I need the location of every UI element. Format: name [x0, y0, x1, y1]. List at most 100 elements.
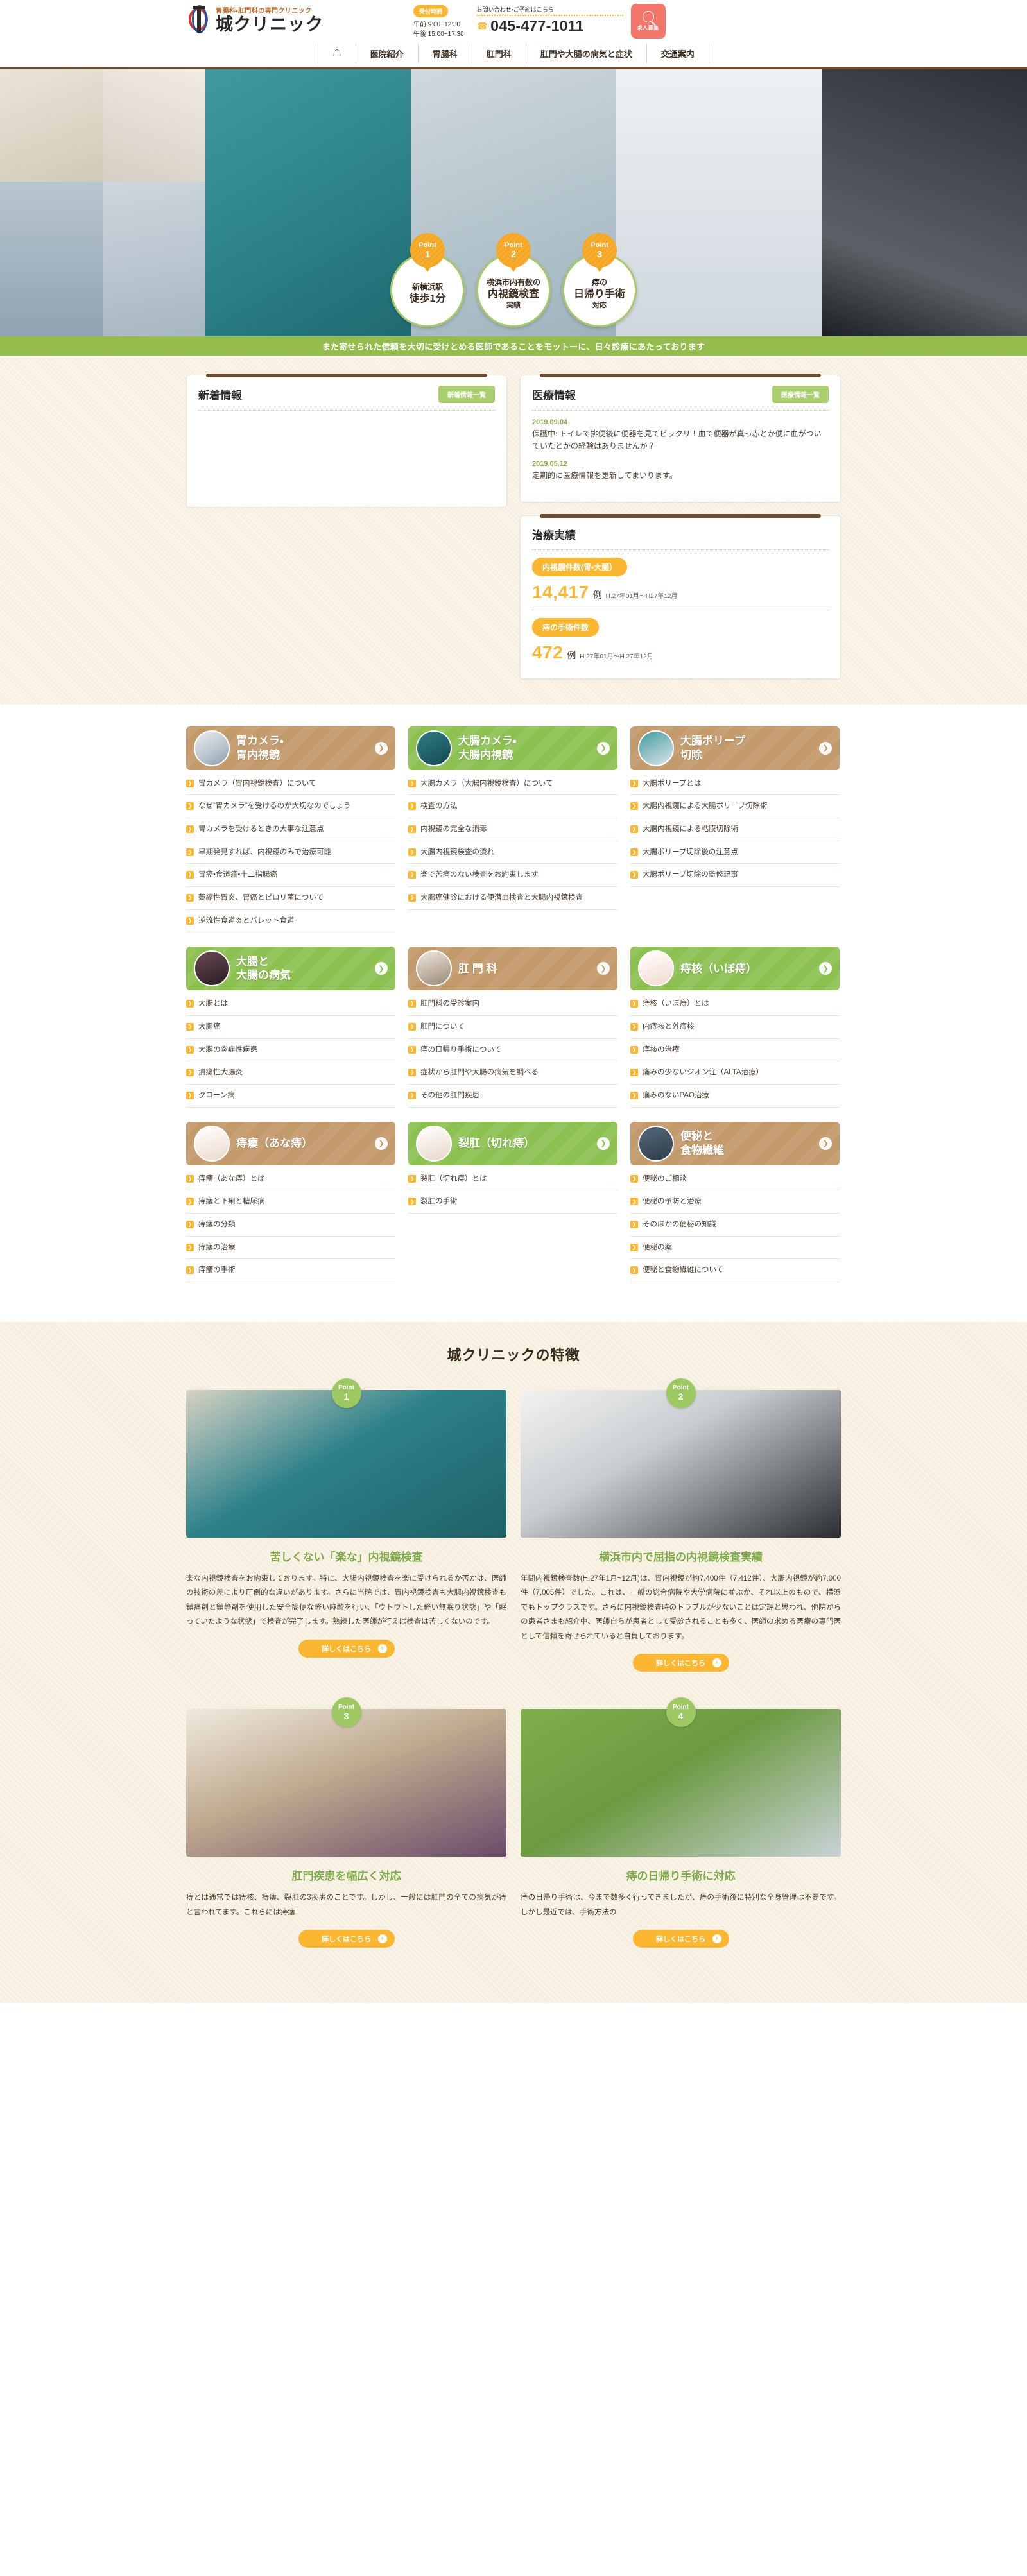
chevron-right-icon: ❯ — [408, 1198, 416, 1206]
department-link-item[interactable]: ❯ 潰瘍性大腸炎 — [186, 1061, 395, 1085]
department-link-label: 大腸ポリープとは — [643, 779, 702, 787]
department-link-item[interactable]: ❯ 逆流性食道炎とバレット食道 — [186, 910, 395, 933]
news-list-button[interactable]: 新着情報一覧 — [438, 386, 495, 403]
nav-item-home[interactable]: ☖ — [318, 44, 356, 63]
department-card-banner[interactable]: 裂肛（切れ痔） ❯ — [408, 1121, 617, 1165]
department-link-item[interactable]: ❯ 内痔核と外痔核 — [630, 1016, 840, 1039]
department-link-label: 胃カメラ（胃内視鏡検査）について — [198, 779, 316, 787]
chevron-right-icon: ❯ — [186, 871, 194, 879]
nav-item-3[interactable]: 肛門科 — [472, 44, 526, 63]
department-link-item[interactable]: ❯ 内視鏡の完全な消毒 — [408, 818, 617, 841]
department-link-item[interactable]: ❯ 痔核の治療 — [630, 1039, 840, 1062]
department-link-item[interactable]: ❯ 肛門科の受診案内 — [408, 993, 617, 1016]
department-card-banner[interactable]: 痔核（いぼ痔） ❯ — [630, 947, 840, 991]
feature-body: 年間内視鏡検査数(H.27年1月~12月)は、胃内視鏡が約7,400件（7,41… — [521, 1574, 841, 1640]
contact-block: お問い合わせ・ご予約はこちら ☎ 045-477-1011 — [476, 4, 623, 35]
department-link-item[interactable]: ❯ 痔瘻の治療 — [186, 1237, 395, 1260]
department-link-item[interactable]: ❯ 便秘と食物繊維について — [630, 1259, 840, 1282]
feature-more-button[interactable]: 詳しくはこちら — [632, 1654, 729, 1672]
department-card: 大腸カメラ・ 大腸内視鏡 ❯ ❯ 大腸カメラ（大腸内視鏡検査）について ❯ 検査の方法 ❯ 内視… — [408, 726, 617, 910]
nav-item-5[interactable]: 交通案内 — [647, 44, 709, 63]
department-link-item[interactable]: ❯ 大腸癌健診における便潜血検査と大腸内視鏡検査 — [408, 887, 617, 910]
chevron-right-icon: ❯ — [408, 1069, 416, 1077]
department-card-banner[interactable]: 大腸ポリープ 切除 ❯ — [630, 726, 840, 770]
department-link-item[interactable]: ❯ 大腸ポリープ切除の監修記事 — [630, 864, 840, 887]
department-link-label: その他の肛門疾患 — [420, 1091, 479, 1099]
department-link-item[interactable]: ❯ 大腸内視鏡による大腸ポリープ切除術 — [630, 795, 840, 818]
department-link-item[interactable]: ❯ 大腸とは — [186, 993, 395, 1016]
department-link-item[interactable]: ❯ 胃癌・食道癌・十二指腸癌 — [186, 864, 395, 887]
chevron-right-icon: ❯ — [630, 1266, 638, 1275]
chevron-right-icon: ❯ — [630, 1243, 638, 1251]
feature-card: Point 4 痔の日帰り手術に対応 痔の日帰り手術は、今まで数多く行ってきましたが、… — [521, 1697, 841, 1948]
chevron-right-icon: ❯ — [630, 1022, 638, 1031]
medical-info-text: 保護中: トイレで排便後に便器を見てビックリ！血で便器が真っ赤とか便に血がついて… — [532, 429, 822, 451]
department-card: 裂肛（切れ痔） ❯ ❯ 裂肛（切れ痔）とは ❯ 裂肛の手術 — [408, 1121, 617, 1214]
medical-info-list-button[interactable]: 医療情報一覧 — [772, 386, 829, 403]
department-card-banner[interactable]: 便秘と 食物繊維 ❯ — [630, 1121, 840, 1165]
department-link-item[interactable]: ❯ 大腸癌 — [186, 1016, 395, 1039]
department-link-item[interactable]: ❯ 大腸内視鏡検査の流れ — [408, 841, 617, 864]
logo-name: 城クリニック — [216, 14, 324, 34]
medical-info-title: 医療情報 — [532, 390, 576, 402]
nav-item-4[interactable]: 肛門や大腸の病気と症状 — [526, 44, 647, 63]
department-link-item[interactable]: ❯ 大腸内視鏡による粘膜切除術 — [630, 818, 840, 841]
department-link-item[interactable]: ❯ そのほかの便秘の知識 — [630, 1214, 840, 1237]
department-link-item[interactable]: ❯ 胃カメラ（胃内視鏡検査）について — [186, 773, 395, 796]
nav-item-2[interactable]: 胃腸科 — [419, 44, 472, 63]
feature-more-button[interactable]: 詳しくはこちら — [298, 1639, 395, 1658]
phone-number[interactable]: 045-477-1011 — [490, 17, 584, 35]
site-logo[interactable]: 胃腸科・肛門科の専門クリニック 城クリニック — [186, 4, 324, 35]
clinic-logo-icon — [186, 4, 212, 35]
department-card-banner[interactable]: 痔瘻（あな痔） ❯ — [186, 1121, 395, 1165]
department-link-item[interactable]: ❯ 早期発見すれば、内視鏡のみで治療可能 — [186, 841, 395, 864]
department-link-item[interactable]: ❯ 萎縮性胃炎、胃癌とピロリ菌について — [186, 887, 395, 910]
department-link-item[interactable]: ❯ 大腸ポリープとは — [630, 773, 840, 796]
medical-info-item[interactable]: 2019.09.04 保護中: トイレで排便後に便器を見てビックリ！血で便器が真っ… — [532, 418, 829, 452]
department-link-item[interactable]: ❯ 裂肛（切れ痔）とは — [408, 1168, 617, 1191]
divider — [198, 410, 495, 411]
department-link-list: ❯ 痔瘻（あな痔）とは ❯ 痔瘻と下痢と糖尿病 ❯ 痔瘻の分類 ❯ 痔瘻の治療 ❯ 痔瘻の手術 — [186, 1168, 395, 1282]
medical-info-item[interactable]: 2019.05.12 定期的に医療情報を更新してまいります。 — [532, 460, 829, 482]
department-link-item[interactable]: ❯ 痔瘻と下痢と糖尿病 — [186, 1190, 395, 1214]
department-card-banner[interactable]: 大腸カメラ・ 大腸内視鏡 ❯ — [408, 726, 617, 770]
logo-tagline: 胃腸科・肛門科の専門クリニック — [216, 7, 312, 15]
department-link-item[interactable]: ❯ 症状から肛門や大腸の病気を調べる — [408, 1061, 617, 1085]
department-link-item[interactable]: ❯ 痔核（いぼ痔）とは — [630, 993, 840, 1016]
department-link-item[interactable]: ❯ 痔の日帰り手術について — [408, 1039, 617, 1062]
feature-more-button[interactable]: 詳しくはこちら — [298, 1929, 395, 1948]
department-link-item[interactable]: ❯ 便秘の薬 — [630, 1237, 840, 1260]
department-link-item[interactable]: ❯ 便秘のご相談 — [630, 1168, 840, 1191]
department-link-item[interactable]: ❯ 大腸ポリープ切除後の注意点 — [630, 841, 840, 864]
department-link-item[interactable]: ❯ 痔瘻（あな痔）とは — [186, 1168, 395, 1191]
stat-number: 472 — [532, 642, 564, 662]
department-link-item[interactable]: ❯ なぜ”胃カメラ”を受けるのが大切なのでしょう — [186, 795, 395, 818]
department-link-item[interactable]: ❯ 痔瘻の手術 — [186, 1259, 395, 1282]
department-link-item[interactable]: ❯ 胃カメラを受けるときの大事な注意点 — [186, 818, 395, 841]
nav-item-1[interactable]: 医院紹介 — [356, 44, 419, 63]
department-link-item[interactable]: ❯ クローン病 — [186, 1085, 395, 1108]
department-link-item[interactable]: ❯ 痛みのないPAO治療 — [630, 1085, 840, 1108]
chevron-right-icon: ❯ — [186, 1022, 194, 1031]
department-link-item[interactable]: ❯ 大腸カメラ（大腸内視鏡検査）について — [408, 773, 617, 796]
department-card-title: 大腸ポリープ 切除 — [680, 735, 745, 761]
chevron-right-icon: ❯ — [186, 825, 194, 833]
department-link-item[interactable]: ❯ その他の肛門疾患 — [408, 1085, 617, 1108]
department-link-item[interactable]: ❯ 大腸の炎症性疾患 — [186, 1039, 395, 1062]
department-link-item[interactable]: ❯ 検査の方法 — [408, 795, 617, 818]
department-link-item[interactable]: ❯ 痛みの少ないジオン注（ALTA治療） — [630, 1061, 840, 1085]
stat-number: 14,417 — [532, 581, 589, 602]
department-card-banner[interactable]: 大腸と 大腸の病気 ❯ — [186, 947, 395, 991]
department-card-banner[interactable]: 胃カメラ・ 胃内視鏡 ❯ — [186, 726, 395, 770]
feature-more-button[interactable]: 詳しくはこちら — [632, 1929, 729, 1948]
recruit-button[interactable]: 求人募集 — [630, 4, 666, 39]
department-link-label: 胃癌・食道癌・十二指腸癌 — [198, 871, 277, 879]
department-link-label: 裂肛（切れ痔）とは — [420, 1174, 487, 1183]
department-link-item[interactable]: ❯ 楽で苦痛のない検査をお約束します — [408, 864, 617, 887]
department-card-banner[interactable]: 肛 門 科 ❯ — [408, 947, 617, 991]
department-link-item[interactable]: ❯ 裂肛の手術 — [408, 1190, 617, 1214]
department-link-item[interactable]: ❯ 便秘の予防と治療 — [630, 1190, 840, 1214]
department-link-item[interactable]: ❯ 肛門について — [408, 1016, 617, 1039]
phone-icon: ☎ — [476, 21, 488, 31]
department-link-item[interactable]: ❯ 痔瘻の分類 — [186, 1214, 395, 1237]
